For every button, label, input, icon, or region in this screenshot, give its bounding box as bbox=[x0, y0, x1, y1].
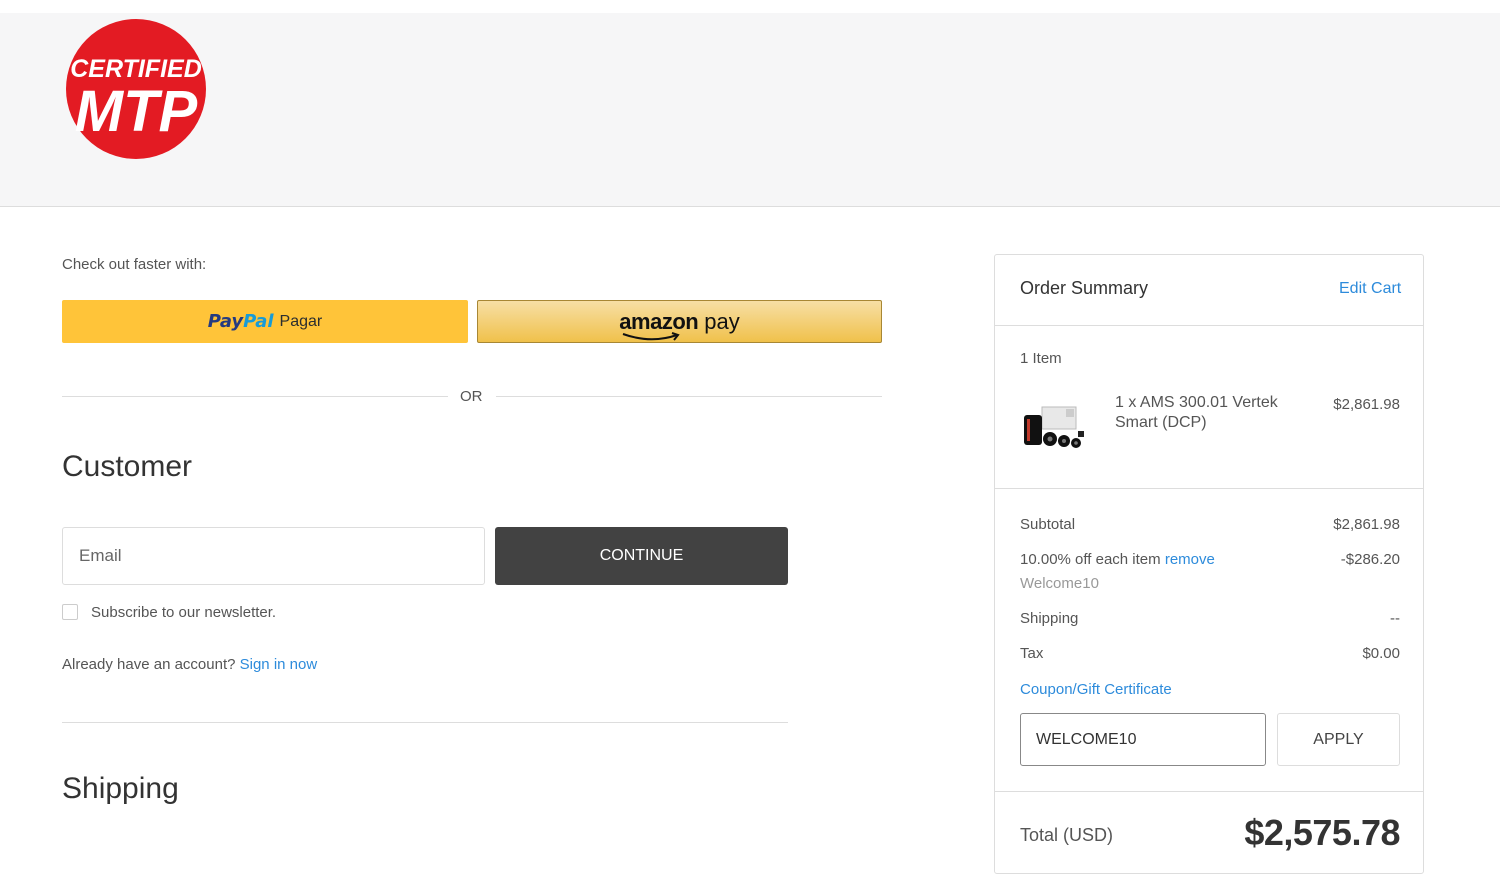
summary-divider bbox=[995, 325, 1423, 326]
email-field[interactable] bbox=[62, 527, 485, 585]
total-label: Total (USD) bbox=[1020, 825, 1114, 845]
edit-cart-link[interactable]: Edit Cart bbox=[1339, 280, 1401, 298]
top-strip bbox=[0, 0, 1500, 14]
or-divider-text: OR bbox=[460, 388, 483, 405]
discount-label: 10.00% off each item bbox=[1020, 551, 1161, 568]
header bbox=[0, 13, 1500, 207]
amazon-logo-icon: amazon bbox=[619, 309, 699, 341]
paypal-button[interactable]: PayPal Pagar bbox=[62, 300, 468, 343]
or-divider-right bbox=[496, 396, 882, 397]
shipping-value: -- bbox=[1390, 610, 1400, 627]
subtotal-label: Subtotal bbox=[1020, 516, 1076, 533]
paypal-logo-icon: PayPal bbox=[207, 311, 274, 332]
subtotal-value: $2,861.98 bbox=[1333, 516, 1400, 533]
product-name: 1 x AMS 300.01 Vertek Smart (DCP) bbox=[1115, 394, 1278, 431]
discount-remove-link[interactable]: remove bbox=[1165, 551, 1215, 568]
amazon-pay-button[interactable]: amazon pay bbox=[477, 300, 882, 343]
order-summary-title: Order Summary bbox=[1020, 278, 1149, 298]
summary-divider bbox=[995, 488, 1423, 489]
sign-in-link[interactable]: Sign in now bbox=[240, 656, 318, 673]
item-count: 1 Item bbox=[1020, 350, 1062, 367]
certified-mtp-logo[interactable]: CERTIFIED MTP bbox=[66, 19, 206, 159]
account-prompt: Already have an account? Sign in now bbox=[62, 656, 317, 673]
paypal-button-label: Pagar bbox=[279, 312, 323, 330]
newsletter-checkbox[interactable] bbox=[62, 604, 78, 620]
shipping-heading: Shipping bbox=[62, 772, 179, 805]
newsletter-label: Subscribe to our newsletter. bbox=[91, 604, 277, 621]
product-price: $2,861.98 bbox=[1333, 396, 1400, 413]
account-prompt-text: Already have an account? bbox=[62, 656, 236, 673]
discount-row: 10.00% off each item remove bbox=[1020, 551, 1215, 568]
amazon-pay-label: pay bbox=[704, 308, 740, 334]
logo-line-mtp: MTP bbox=[75, 79, 198, 144]
tax-value: $0.00 bbox=[1362, 645, 1400, 662]
tax-label: Tax bbox=[1020, 645, 1044, 662]
customer-heading: Customer bbox=[62, 450, 193, 483]
product-image bbox=[1024, 406, 1084, 448]
or-divider-left bbox=[62, 396, 448, 397]
shipping-label: Shipping bbox=[1020, 610, 1079, 627]
applied-coupon-code: Welcome10 bbox=[1020, 575, 1099, 592]
discount-value: -$286.20 bbox=[1340, 551, 1400, 568]
apply-button[interactable]: APPLY bbox=[1277, 713, 1400, 766]
coupon-input[interactable] bbox=[1020, 713, 1266, 766]
coupon-gift-certificate-link[interactable]: Coupon/Gift Certificate bbox=[1020, 681, 1172, 698]
section-divider bbox=[62, 722, 788, 723]
express-checkout-heading: Check out faster with: bbox=[62, 256, 207, 273]
summary-divider bbox=[995, 791, 1423, 792]
total-value: $2,575.78 bbox=[1244, 812, 1400, 853]
continue-button[interactable]: CONTINUE bbox=[495, 527, 788, 585]
